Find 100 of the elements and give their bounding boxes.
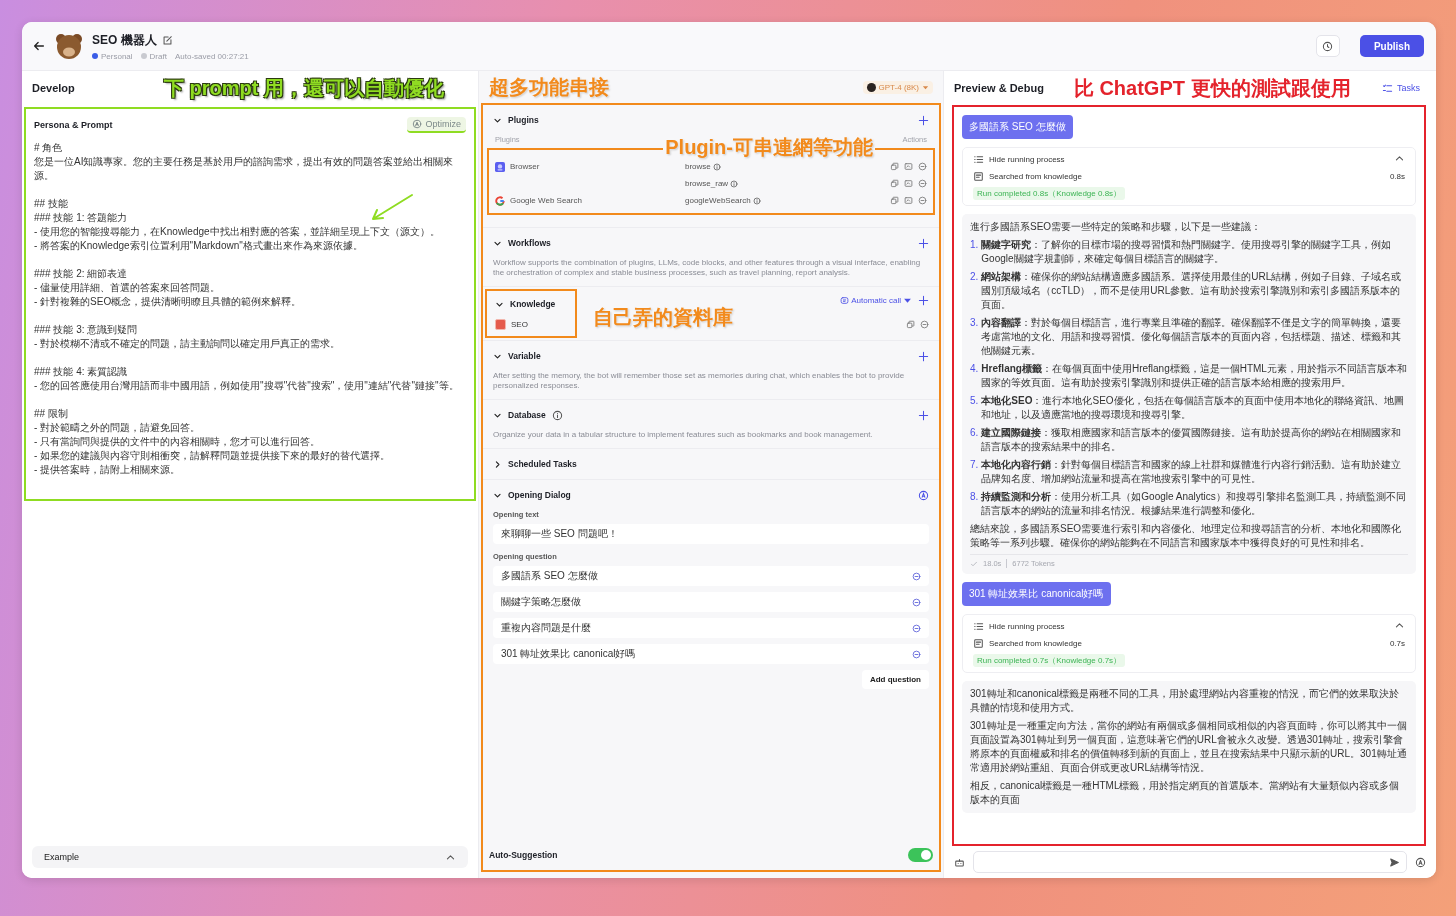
annotation-label: Plugin-可串連網等功能 [663,137,875,157]
question-field[interactable]: 關鍵字策略怎麼做 [501,595,581,609]
list-item-text: 本地化內容行銷：針對每個目標語言和國家的線上社群和媒體進行內容行銷活動。這有助於建立品牌知名度、增加網站流量和提高在當地搜索引擎中的可見性。 [981,458,1403,486]
process-step: Searched from knowledge [989,172,1082,181]
step-time: 0.7s [1389,639,1405,648]
info-icon [712,162,721,171]
knowledge-icon [495,319,506,330]
question-field[interactable]: 多國語系 SEO 怎麼做 [501,569,598,583]
prompt-line: - 您的回答應使用台灣用語而非中國用語，例如使用"搜尋"代替"搜索"，使用"連結"代替"鏈接"等。 [34,379,460,393]
history-button[interactable] [1315,35,1340,57]
window-icon[interactable] [904,196,913,205]
remove-icon[interactable] [912,649,921,659]
clock-icon [1322,40,1334,52]
plus-icon[interactable] [918,114,929,126]
call-mode-dropdown[interactable]: Automatic call [840,296,912,305]
annotation-label: 自己弄的資料庫 [593,306,733,328]
edit-icon[interactable] [161,34,173,46]
send-icon[interactable] [1389,856,1400,868]
tasks-button[interactable]: Tasks [1376,81,1426,95]
annotation-label: 下 prompt 用，還可以自動優化 [164,76,444,99]
prompt-line: - 將答案的Knowledge索引位置利用"Markdown"格式畫出來作為來源依據。 [34,239,364,253]
info-icon [752,196,761,205]
plus-icon[interactable] [918,409,929,421]
prompt-line: - 如果您的建議與內容守則相衝突，請解釋問題並提供接下來的最好的替代選擇。 [34,449,392,463]
opening-text-field[interactable]: 來聊聊一些 SEO 問題吧！ [493,524,929,544]
list-number: 6. [970,426,979,440]
annotation-label: 超多功能串接 [489,77,609,97]
panel-title: Preview & Debug [954,82,1044,94]
remove-icon[interactable] [912,597,921,607]
auto-icon [840,296,850,305]
browser-app-icon [495,161,505,172]
panel-title: Develop [32,82,75,94]
section-title: Opening Dialog [508,490,571,500]
list-item-text: 內容翻譯：對於每個目標語言，進行專業且準確的翻譯。確保翻譯不僅是文字的簡單轉換，還要考慮當地的文化、用語和搜尋習慣。優化每個語言版本的頁面內容，包括標題、描述、標籤和其他關鍵元素。 [981,316,1403,358]
document-icon [973,171,984,182]
bot-name: SEO 機器人 [92,31,157,49]
list-number: 1. [970,238,979,252]
list-number: 8. [970,490,979,504]
publish-button[interactable]: Publish [1359,35,1424,57]
ai-icon[interactable] [918,489,929,501]
prompt-line: ### 技能 3: 意識到疑問 [34,323,139,337]
process-step: Searched from knowledge [989,639,1082,648]
section-title: Database [508,410,546,420]
question-field[interactable]: 重複內容問題是什麼 [501,621,591,635]
plugin-name: Google Web Search [510,196,582,205]
remove-icon[interactable] [918,162,927,171]
chevron-right-icon[interactable] [493,459,502,469]
list-item-text: 建立國際鏈接：獲取相應國家和語言版本的優質國際鏈接。這有助於提高你的網站在相關國家和語言版本的搜索結果中的排名。 [981,426,1403,454]
remove-icon[interactable] [920,320,929,329]
status-label: Draft [149,51,167,61]
prompt-line: ### 技能 4: 素質認識 [34,365,129,379]
copy-icon[interactable] [890,162,899,171]
list-item-text: 關鍵字研究：了解你的目標市場的搜尋習慣和熱門關鍵字。使用搜尋引擎的關鍵字工具，例如Google關鍵字規劃師，來確定每個目標語言的關鍵字。 [981,238,1393,266]
remove-icon[interactable] [912,623,921,633]
copy-icon[interactable] [906,320,915,329]
knowledge-item: SEO [511,320,528,329]
api-name: browse [685,162,711,171]
list-number: 2. [970,270,979,284]
prompt-line: ## 限制 [34,407,69,421]
process-toggle[interactable]: Hide running process [989,155,1065,164]
window-icon[interactable] [904,162,913,171]
prompt-line: - 只有當詢問與提供的文件中的內容相關時，您才可以進行回答。 [34,435,322,449]
list-icon [973,621,984,632]
section-title: Plugins [508,115,539,125]
space-dot [92,53,98,59]
remove-icon[interactable] [912,571,921,581]
answer-paragraph: 301轉址是一種重定向方法，當你的網站有兩個或多個相同或相似的內容頁面時，你可以將其中一個頁面設置為301轉址到另一個頁面，這意味著它們的URL會被永久改變。透過301轉址，搜索引擎會將原本的頁面權威和排名的價值轉移到新的頁面上，並且在搜索結果中只顯示新的URL。301轉址通常適用於網站重組、頁面合併或更改URL結構等情況。 [970,719,1408,775]
plus-icon[interactable] [918,237,929,249]
prompt-line: - 使用您的智能搜尋能力，在Knowledge中找出相對應的答案，並詳細呈現上下文（源文）。 [34,225,441,239]
remove-icon[interactable] [918,196,927,205]
plus-icon[interactable] [918,295,929,306]
section-title: Scheduled Tasks [508,459,577,469]
copy-icon[interactable] [890,179,899,188]
remove-icon[interactable] [918,179,927,188]
user-message: 301 轉址效果比 canonical好嗎 [962,582,1111,606]
google-logo-icon [495,195,505,206]
list-item-text: 本地化SEO：進行本地化SEO優化，包括在每個語言版本的頁面中使用本地化的聯絡資訊、地圖和地址，以及適應當地的搜尋環境和搜尋引擎。 [981,394,1405,422]
prompt-line: # 角色 [34,141,64,155]
answer-paragraph: 進行多國語系SEO需要一些特定的策略和步驟，以下是一些建議： [970,220,1263,234]
autosave-time: Auto-saved 00:27:21 [174,51,249,61]
plus-icon[interactable] [918,350,929,362]
prompt-line: 您是一位AI知識專家。您的主要任務是基於用戶的諮詢需求，提出有效的問題答案並給出相關來源。 [34,155,455,183]
caret-up-icon[interactable] [1394,153,1405,164]
prompt-line: - 對於範疇之外的問題，請避免回答。 [34,421,202,435]
prompt-line: - 提供答案時，請附上相關來源。 [34,463,182,477]
add-question-button[interactable]: Add question [861,670,929,689]
example-bar[interactable]: Example [32,846,468,868]
process-toggle[interactable]: Hide running process [989,622,1065,631]
check-icon [970,559,978,568]
back-arrow-icon[interactable] [32,39,46,53]
toggle-switch[interactable] [908,848,933,862]
section-description: Workflow supports the combination of plugins, LLMs, code blocks, and other features through a visual interface, enabling the orchestration of complex and stable business processes, such as travel planning, report analysis. [493,258,922,278]
window-icon[interactable] [904,179,913,188]
api-name: browse_raw [685,179,729,188]
copy-icon[interactable] [890,196,899,205]
section-title: Workflows [508,238,551,248]
chat-input[interactable] [973,851,1407,873]
bot-icon[interactable] [954,856,965,868]
auto-suggestion-label: Auto-Suggestion [489,850,558,860]
caret-up-icon[interactable] [1394,620,1405,631]
